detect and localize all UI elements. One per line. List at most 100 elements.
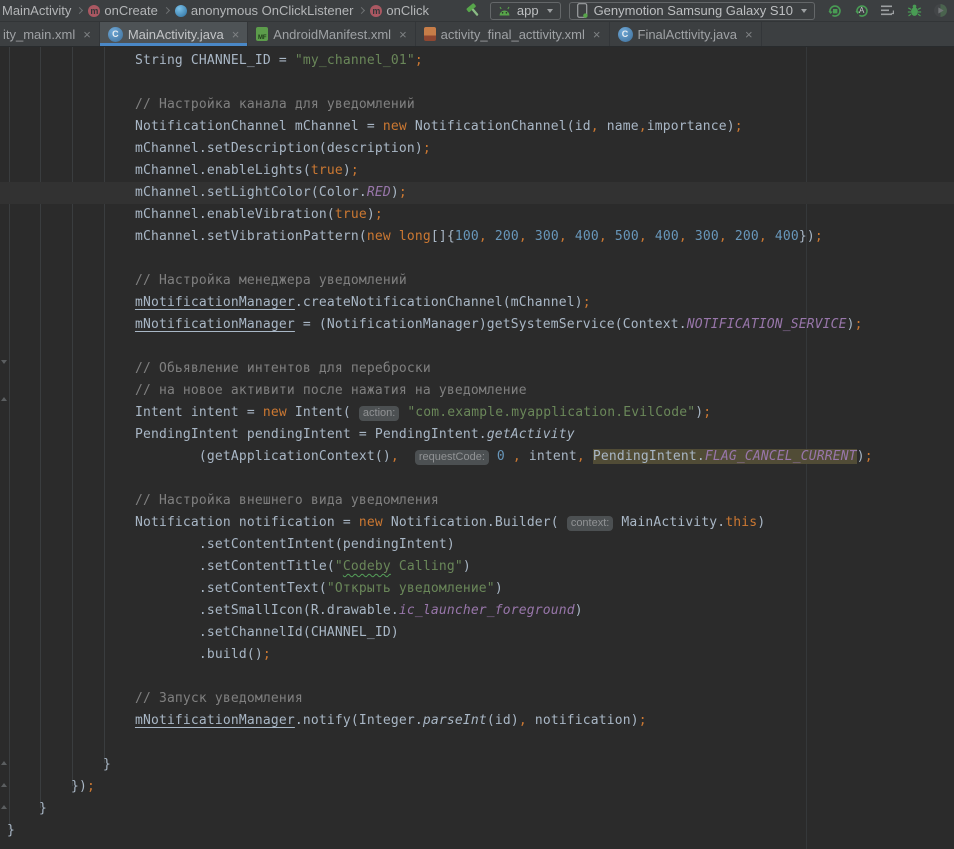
code-line[interactable]: .setSmallIcon(R.drawable.ic_launcher_for… <box>7 600 954 622</box>
code-line[interactable]: .setContentText("Открыть уведомление") <box>7 578 954 600</box>
code-token: parseInt <box>423 713 487 728</box>
code-token: 300 <box>535 229 559 244</box>
fold-marker-icon[interactable] <box>1 783 7 787</box>
code-line[interactable] <box>7 732 954 754</box>
code-line[interactable] <box>7 666 954 688</box>
code-token: 300 <box>695 229 719 244</box>
code-token: .setChannelId(CHANNEL_ID) <box>199 625 399 640</box>
code-token: PendingIntent pendingIntent = PendingInt… <box>135 427 487 442</box>
code-token: , <box>639 229 647 244</box>
code-token: ) <box>391 185 399 200</box>
code-token: mChannel.setDescription(description) <box>135 141 423 156</box>
code-line[interactable]: NotificationChannel mChannel = new Notif… <box>7 116 954 138</box>
code-token: ; <box>423 141 431 156</box>
code-editor[interactable]: String CHANNEL_ID = "my_channel_01"; // … <box>0 47 954 849</box>
code-line[interactable]: mNotificationManager = (NotificationMana… <box>7 314 954 336</box>
code-line[interactable]: }); <box>7 776 954 798</box>
code-line[interactable] <box>7 72 954 94</box>
code-line[interactable]: // Настройка внешнего вида уведомления <box>7 490 954 512</box>
fold-marker-icon[interactable] <box>1 761 7 765</box>
code-line[interactable] <box>7 336 954 358</box>
code-line[interactable]: // Настройка канала для уведомлений <box>7 94 954 116</box>
code-line[interactable]: // на новое активити после нажатия на ув… <box>7 380 954 402</box>
code-token <box>489 449 497 464</box>
method-icon-letter: m <box>90 6 98 16</box>
tab-label: activity_final_acttivity.xml <box>441 27 585 42</box>
tab-close-icon[interactable]: × <box>83 28 91 41</box>
code-token: true <box>311 163 343 178</box>
code-line[interactable]: mNotificationManager.notify(Integer.pars… <box>7 710 954 732</box>
code-token: , <box>391 449 399 464</box>
code-line[interactable]: .setContentIntent(pendingIntent) <box>7 534 954 556</box>
code-line[interactable]: mChannel.setVibrationPattern(new long[]{… <box>7 226 954 248</box>
tab-close-icon[interactable]: × <box>232 28 240 41</box>
code-token: FLAG_CANCEL_CURRENT <box>705 449 857 464</box>
code-token: // Обьявление интентов для переброски <box>135 361 431 376</box>
code-line[interactable] <box>7 248 954 270</box>
code-line[interactable]: .setChannelId(CHANNEL_ID) <box>7 622 954 644</box>
fold-marker-icon[interactable] <box>1 397 7 401</box>
code-line[interactable]: mChannel.enableVibration(true); <box>7 204 954 226</box>
fold-marker-icon[interactable] <box>1 360 7 364</box>
run-config-label: app <box>517 3 539 18</box>
run-tasks-list-icon[interactable] <box>881 4 896 17</box>
code-token: // на новое активити после нажатия на ув… <box>135 383 527 398</box>
build-hammer-icon[interactable] <box>465 2 482 19</box>
debug-bug-icon[interactable] <box>907 3 922 18</box>
tab-finalacttivity-java[interactable]: C FinalActtivity.java × <box>610 22 762 46</box>
code-token: 400 <box>575 229 599 244</box>
code-token: , <box>519 229 527 244</box>
code-token: mNotificationManager <box>135 317 295 332</box>
tab-close-icon[interactable]: × <box>745 28 753 41</box>
code-token: ; <box>583 295 591 310</box>
method-icon: m <box>88 5 100 17</box>
code-line[interactable]: PendingIntent pendingIntent = PendingInt… <box>7 424 954 446</box>
tab-activity-main-xml[interactable]: ity_main.xml × <box>0 22 100 46</box>
tab-mainactivity-java[interactable]: C MainActivity.java × <box>100 22 248 46</box>
code-line[interactable] <box>7 468 954 490</box>
breadcrumb-item-class[interactable]: MainActivity <box>2 3 71 18</box>
code-line[interactable]: .setContentTitle("Codeby Calling") <box>7 556 954 578</box>
breadcrumb-item-anonymous-class[interactable]: anonymous OnClickListener <box>175 3 354 18</box>
manifest-file-icon: MF <box>256 27 268 41</box>
code-token: ic_launcher_foreground <box>399 603 575 618</box>
breadcrumb-item-onclick[interactable]: m onClick <box>370 3 429 18</box>
code-token: true <box>335 207 367 222</box>
code-token: mChannel.setVibrationPattern( <box>135 229 367 244</box>
code-line[interactable]: mChannel.enableLights(true); <box>7 160 954 182</box>
run-config-selector[interactable]: app <box>490 2 561 20</box>
profiler-icon[interactable] <box>933 3 948 18</box>
apply-changes-icon[interactable] <box>827 3 843 19</box>
code-line[interactable]: } <box>7 798 954 820</box>
code-line[interactable]: Notification notification = new Notifica… <box>7 512 954 534</box>
code-token: ) <box>695 405 703 420</box>
code-line[interactable]: Intent intent = new Intent( action: "com… <box>7 402 954 424</box>
code-line[interactable]: // Запуск уведомления <box>7 688 954 710</box>
code-line[interactable]: mNotificationManager.createNotificationC… <box>7 292 954 314</box>
code-line[interactable]: mChannel.setLightColor(Color.RED); <box>0 182 954 204</box>
code-line[interactable]: // Настройка менеджера уведомлений <box>7 270 954 292</box>
code-token: String CHANNEL_ID = <box>135 53 295 68</box>
chevron-down-icon <box>547 9 553 13</box>
code-line[interactable]: String CHANNEL_ID = "my_channel_01"; <box>7 50 954 72</box>
code-token: } <box>39 801 47 816</box>
tab-androidmanifest-xml[interactable]: MF AndroidManifest.xml × <box>248 22 415 46</box>
tab-activity-final-acttivity-xml[interactable]: activity_final_acttivity.xml × <box>416 22 610 46</box>
device-label: Genymotion Samsung Galaxy S10 <box>594 3 793 18</box>
code-token: ) <box>463 559 471 574</box>
tab-close-icon[interactable]: × <box>399 28 407 41</box>
code-line[interactable]: .build(); <box>7 644 954 666</box>
apply-code-changes-icon[interactable]: A <box>854 3 870 19</box>
code-line[interactable]: (getApplicationContext(), requestCode: 0… <box>7 446 954 468</box>
code-token: 200 <box>495 229 519 244</box>
code-line[interactable]: // Обьявление интентов для переброски <box>7 358 954 380</box>
code-area[interactable]: String CHANNEL_ID = "my_channel_01"; // … <box>0 50 954 842</box>
breadcrumb-item-oncreate[interactable]: m onCreate <box>88 3 157 18</box>
code-line[interactable]: } <box>7 820 954 842</box>
fold-marker-icon[interactable] <box>1 805 7 809</box>
code-token: } <box>103 757 111 772</box>
tab-close-icon[interactable]: × <box>593 28 601 41</box>
code-line[interactable]: } <box>7 754 954 776</box>
device-selector[interactable]: Genymotion Samsung Galaxy S10 <box>569 2 815 20</box>
code-line[interactable]: mChannel.setDescription(description); <box>7 138 954 160</box>
